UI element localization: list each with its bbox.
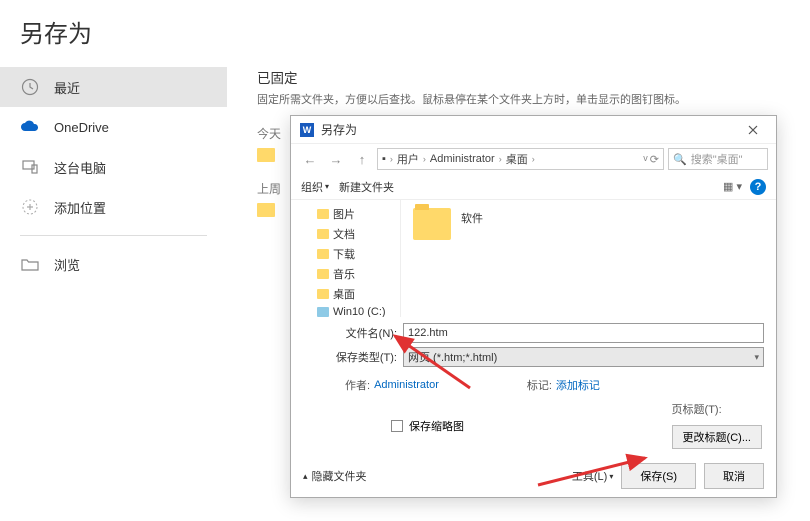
sidebar-item-label: 浏览 — [54, 255, 80, 274]
hide-folders-toggle[interactable]: ▴ 隐藏文件夹 — [303, 468, 367, 484]
search-placeholder: 搜索"桌面" — [691, 151, 743, 167]
author-label: 作者: — [345, 377, 370, 393]
app-icon: W — [299, 122, 315, 138]
breadcrumb[interactable]: ▪ › 用户 › Administrator › 桌面 › v ⟳ — [377, 148, 664, 170]
sidebar-item-label: OneDrive — [54, 120, 109, 135]
refresh-icon[interactable]: ⟳ — [650, 153, 659, 166]
chevron-right-icon: › — [390, 154, 393, 164]
chevron-right-icon: › — [532, 154, 535, 164]
sidebar-item-label: 最近 — [54, 78, 80, 97]
page-title-label: 页标题(T): — [672, 401, 762, 417]
tree-item-drive[interactable]: Win10 (C:) — [291, 304, 400, 317]
tree-item[interactable]: 音乐 — [291, 264, 400, 284]
folder-icon — [317, 249, 329, 259]
author-value[interactable]: Administrator — [374, 379, 439, 391]
sidebar-item-addlocation[interactable]: 添加位置 — [0, 187, 227, 227]
folder-icon — [317, 229, 329, 239]
chevron-down-icon: ▾ — [325, 182, 329, 191]
close-button[interactable] — [736, 119, 770, 141]
chevron-down-icon: ▾ — [754, 352, 759, 363]
help-icon[interactable]: ? — [750, 179, 766, 195]
file-item-label[interactable]: 软件 — [461, 210, 483, 226]
sidebar-item-thispc[interactable]: 这台电脑 — [0, 147, 227, 187]
tree-item[interactable]: 下载 — [291, 244, 400, 264]
organize-button[interactable]: 组织▾ — [301, 179, 329, 195]
folder-open-icon — [20, 254, 40, 274]
pc-icon: ▪ — [382, 153, 386, 165]
sidebar-item-browse[interactable]: 浏览 — [0, 244, 227, 284]
dialog-title: 另存为 — [321, 121, 357, 138]
folder-icon — [257, 148, 275, 162]
chevron-right-icon: › — [423, 154, 426, 164]
folder-icon — [257, 203, 275, 217]
tree-item[interactable]: 图片 — [291, 204, 400, 224]
crumb-item[interactable]: Administrator — [430, 153, 495, 165]
file-list[interactable]: 软件 — [401, 200, 776, 317]
sidebar-item-recent[interactable]: 最近 — [0, 67, 227, 107]
folder-tree: 图片 文档 下载 音乐 桌面 Win10 (C:) — [291, 200, 401, 317]
savetype-label: 保存类型(T): — [303, 349, 403, 365]
divider — [20, 235, 207, 236]
chevron-icon: ▴ — [303, 471, 308, 482]
save-as-dialog: W 另存为 ← → ↑ ▪ › 用户 › Administrator › 桌面 … — [290, 115, 777, 498]
chevron-right-icon: › — [499, 154, 502, 164]
nav-back-icon[interactable]: ← — [299, 148, 321, 170]
toolbar-row: 组织▾ 新建文件夹 ▦ ▾ ? — [291, 174, 776, 200]
save-thumb-label: 保存缩略图 — [409, 418, 464, 434]
dialog-titlebar: W 另存为 — [291, 116, 776, 144]
folder-icon[interactable] — [413, 208, 451, 240]
chevron-down-icon[interactable]: v — [643, 153, 648, 166]
pc-icon — [20, 157, 40, 177]
tag-label: 标记: — [527, 377, 552, 393]
save-thumb-checkbox[interactable] — [391, 420, 403, 432]
savetype-combo[interactable]: 网页 (*.htm;*.html) ▾ — [403, 347, 764, 367]
nav-row: ← → ↑ ▪ › 用户 › Administrator › 桌面 › v ⟳ … — [291, 144, 776, 174]
new-folder-button[interactable]: 新建文件夹 — [339, 179, 394, 195]
folder-icon — [317, 269, 329, 279]
filename-input[interactable] — [403, 323, 764, 343]
sidebar: 最近 OneDrive 这台电脑 添加位置 浏览 — [0, 57, 227, 284]
add-location-icon — [20, 197, 40, 217]
folder-icon — [317, 289, 329, 299]
sidebar-item-onedrive[interactable]: OneDrive — [0, 107, 227, 147]
crumb-item[interactable]: 用户 — [397, 151, 419, 167]
tools-dropdown[interactable]: 工具(L) ▾ — [572, 468, 613, 484]
tree-item[interactable]: 文档 — [291, 224, 400, 244]
nav-up-icon[interactable]: ↑ — [351, 148, 373, 170]
svg-text:W: W — [303, 125, 312, 135]
change-title-button[interactable]: 更改标题(C)... — [672, 425, 762, 449]
filename-label: 文件名(N): — [303, 325, 403, 341]
tag-value[interactable]: 添加标记 — [556, 377, 600, 393]
cancel-button[interactable]: 取消 — [704, 463, 764, 489]
sidebar-item-label: 添加位置 — [54, 198, 106, 217]
pinned-subtitle: 固定所需文件夹，方便以后查找。鼠标悬停在某个文件夹上方时，单击显示的图钉图标。 — [257, 91, 790, 107]
pinned-title: 已固定 — [257, 67, 790, 87]
tree-item[interactable]: 桌面 — [291, 284, 400, 304]
drive-icon — [317, 307, 329, 317]
cloud-icon — [20, 117, 40, 137]
chevron-down-icon: ▾ — [609, 472, 613, 481]
view-icon[interactable]: ▦ ▾ — [723, 180, 742, 193]
search-input[interactable]: 🔍 搜索"桌面" — [668, 148, 768, 170]
folder-icon — [317, 209, 329, 219]
page-title: 另存为 — [0, 0, 810, 57]
search-icon: 🔍 — [673, 153, 687, 166]
clock-icon — [20, 77, 40, 97]
crumb-item[interactable]: 桌面 — [506, 151, 528, 167]
save-button[interactable]: 保存(S) — [621, 463, 696, 489]
sidebar-item-label: 这台电脑 — [54, 158, 106, 177]
nav-forward-icon[interactable]: → — [325, 148, 347, 170]
